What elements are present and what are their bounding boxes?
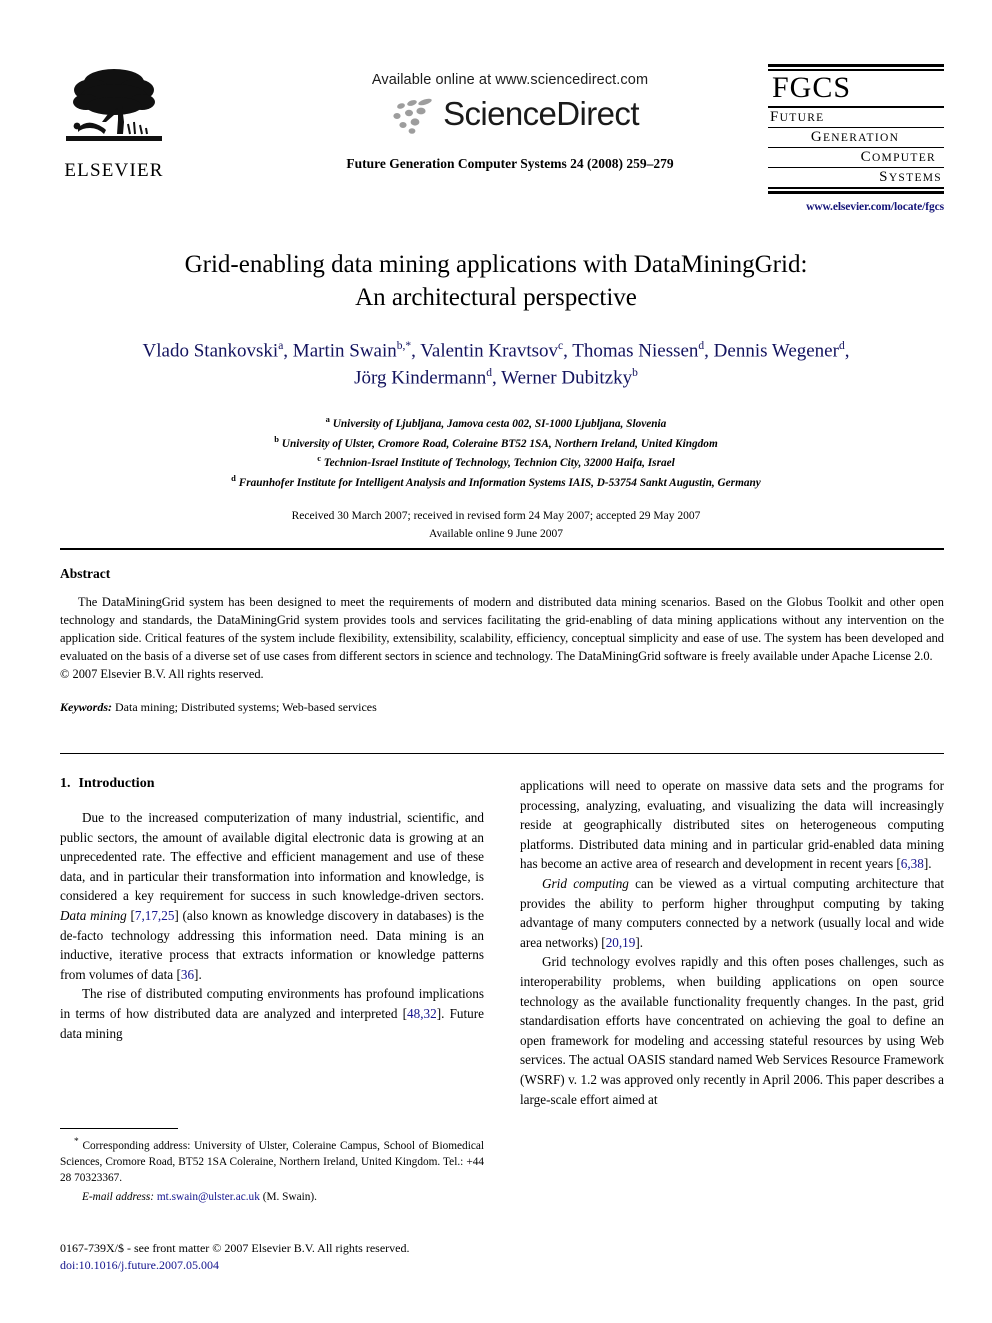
paragraph: applications will need to operate on mas… bbox=[520, 778, 944, 872]
column-right: applications will need to operate on mas… bbox=[520, 776, 944, 1109]
fgcs-word-computer: COMPUTER bbox=[768, 148, 944, 167]
title-block: Grid-enabling data mining applications w… bbox=[90, 248, 902, 543]
journal-citation-line: Future Generation Computer Systems 24 (2… bbox=[346, 156, 674, 171]
email-link[interactable]: mt.swain@ulster.ac.uk bbox=[157, 1191, 260, 1203]
fgcs-cap-f: F bbox=[770, 108, 780, 125]
fgcs-cap-g: G bbox=[810, 128, 823, 145]
fgcs-word-systems: SYSTEMS bbox=[768, 168, 944, 187]
elsevier-wordmark: ELSEVIER bbox=[64, 160, 164, 181]
fgcs-word-future: FUTURE bbox=[768, 108, 944, 127]
fgcs-rule-bottom-inner bbox=[768, 186, 944, 189]
publication-dates: Received 30 March 2007; received in revi… bbox=[90, 508, 902, 543]
fgcs-rule-bottom-outer bbox=[768, 190, 944, 194]
section-title: Introduction bbox=[78, 776, 155, 791]
affiliation-item: a University of Ljubljana, Jamova cesta … bbox=[325, 413, 667, 430]
fgcs-rule-top-outer bbox=[768, 64, 944, 67]
sciencedirect-dots-icon bbox=[393, 98, 432, 134]
author-list: Vlado Stankovskia, Martin Swainb,*, Vale… bbox=[90, 338, 902, 393]
author-line-2: Jörg Kindermannd, Werner Dubitzkyb bbox=[354, 367, 638, 389]
fgcs-acronym: FGCS bbox=[772, 71, 852, 104]
affiliation-item: b University of Ulster, Cromore Road, Co… bbox=[274, 433, 718, 450]
section-heading-introduction: 1. Introduction bbox=[60, 776, 484, 792]
fgcs-logo-box: FGCS FUTURE GENERATION COMPUTER SYSTEMS bbox=[768, 64, 944, 194]
received-dates: Received 30 March 2007; received in revi… bbox=[291, 510, 701, 523]
email-note: E-mail address: mt.swain@ulster.ac.uk (M… bbox=[60, 1189, 484, 1205]
corresponding-address-note: * Corresponding address: University of U… bbox=[60, 1137, 484, 1184]
elsevier-tree-icon bbox=[66, 69, 162, 141]
affiliation-item: d Fraunhofer Institute for Intelligent A… bbox=[231, 473, 761, 490]
keywords-value: Data mining; Distributed systems; Web-ba… bbox=[115, 699, 377, 714]
masthead: ELSEVIER Available online at www.science… bbox=[60, 62, 944, 213]
affiliation-list: a University of Ljubljana, Jamova cesta … bbox=[90, 413, 902, 493]
article-body: 1. Introduction Due to the increased comp… bbox=[60, 776, 944, 1296]
sciencedirect-block: Available online at www.sciencedirect.co… bbox=[300, 72, 720, 172]
sciencedirect-wordmark: ScienceDirect bbox=[443, 95, 639, 132]
keywords-line: Keywords: Data mining; Distributed syste… bbox=[60, 700, 944, 715]
available-online-date: Available online 9 June 2007 bbox=[429, 527, 563, 540]
email-owner: (M. Swain). bbox=[262, 1190, 317, 1203]
fgcs-rest-eneration: ENERATION bbox=[822, 131, 900, 144]
fgcs-rest-ystems: YSTEMS bbox=[888, 171, 942, 184]
section-number: 1. bbox=[60, 776, 71, 791]
author-line-1: Vlado Stankovskia, Martin Swainb,*, Vale… bbox=[142, 340, 850, 362]
column-left: 1. Introduction Due to the increased comp… bbox=[60, 776, 484, 1043]
paragraph: Grid computing can be viewed as a virtua… bbox=[520, 875, 944, 950]
doi-link[interactable]: doi:10.1016/j.future.2007.05.004 bbox=[60, 1257, 500, 1274]
paragraph: Grid technology evolves rapidly and this… bbox=[520, 954, 944, 1107]
elsevier-logo: ELSEVIER bbox=[60, 62, 168, 182]
page-title: Grid-enabling data mining applications w… bbox=[90, 248, 902, 314]
fgcs-rest-uture: UTURE bbox=[779, 111, 825, 124]
journal-article-page: ELSEVIER Available online at www.science… bbox=[0, 0, 992, 1323]
affiliation-item: c Technion-Israel Institute of Technolog… bbox=[317, 453, 675, 470]
keywords-bottom-rule bbox=[60, 753, 944, 754]
abstract-top-rule bbox=[60, 548, 944, 550]
abstract-section: Abstract The DataMiningGrid system has b… bbox=[60, 566, 944, 715]
journal-homepage-link[interactable]: www.elsevier.com/locate/fgcs bbox=[768, 201, 944, 213]
fgcs-word-generation: GENERATION bbox=[768, 128, 944, 147]
footnote-separator-rule bbox=[60, 1128, 178, 1129]
abstract-copyright: © 2007 Elsevier B.V. All rights reserved… bbox=[60, 666, 264, 681]
issn-front-matter: 0167-739X/$ - see front matter © 2007 El… bbox=[60, 1241, 410, 1255]
fgcs-journal-logo: FGCS FUTURE GENERATION COMPUTER SYSTEMS … bbox=[768, 64, 944, 213]
title-line-1: Grid-enabling data mining applications w… bbox=[184, 251, 808, 278]
paragraph: Due to the increased computerization of … bbox=[60, 810, 484, 982]
available-online-text: Available online at www.sciencedirect.co… bbox=[371, 72, 649, 88]
imprint-block: 0167-739X/$ - see front matter © 2007 El… bbox=[60, 1240, 500, 1274]
sciencedirect-logo-row: ScienceDirect bbox=[300, 94, 720, 134]
fgcs-cap-c: C bbox=[860, 148, 872, 165]
keywords-label: Keywords: bbox=[60, 699, 112, 714]
abstract-heading: Abstract bbox=[60, 566, 111, 581]
paragraph: The rise of distributed computing enviro… bbox=[60, 986, 484, 1041]
footnote-block: * Corresponding address: University of U… bbox=[60, 1136, 484, 1205]
fgcs-cap-s: S bbox=[879, 168, 889, 185]
abstract-text: The DataMiningGrid system has been desig… bbox=[60, 595, 944, 663]
fgcs-rest-omputer: OMPUTER bbox=[871, 151, 936, 164]
email-label: E-mail address: bbox=[82, 1190, 155, 1203]
title-line-2: An architectural perspective bbox=[355, 284, 637, 311]
